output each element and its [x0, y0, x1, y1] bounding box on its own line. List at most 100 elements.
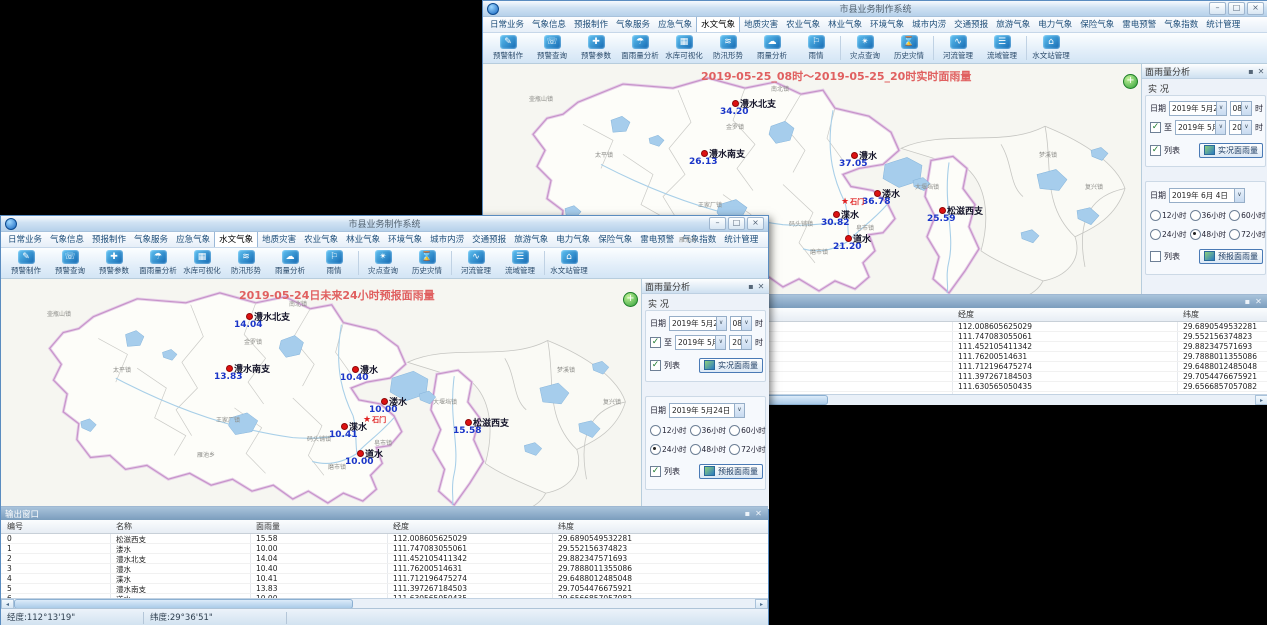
- tab-3[interactable]: 预报制作: [88, 232, 130, 247]
- toolbar-button-5[interactable]: ▦水库可视化: [662, 35, 706, 61]
- toolbar-button-4[interactable]: ☂面雨量分析: [136, 250, 180, 276]
- titlebar[interactable]: 市县业务制作系统 – □ ×: [1, 216, 768, 232]
- toolbar-button-11[interactable]: ∿河流管理: [936, 35, 980, 61]
- toolbar-button-10[interactable]: ⌛历史灾情: [887, 35, 931, 61]
- toolbar-button-6[interactable]: ≋防汛形势: [706, 35, 750, 61]
- tab-15[interactable]: 保险气象: [594, 232, 636, 247]
- duration-option[interactable]: 36小时: [690, 425, 727, 436]
- table-row[interactable]: 3澧水10.40111.7620051463129.7888011355086: [1, 564, 768, 574]
- toolbar-button-12[interactable]: ☰流域管理: [498, 250, 542, 276]
- tab-2[interactable]: 气象信息: [528, 17, 570, 32]
- tab-16[interactable]: 雷电预警: [1118, 17, 1160, 32]
- tab-15[interactable]: 保险气象: [1076, 17, 1118, 32]
- tab-8[interactable]: 农业气象: [300, 232, 342, 247]
- tab-12[interactable]: 交通预报: [950, 17, 992, 32]
- actual-rainfall-button[interactable]: 实况面雨量: [1199, 143, 1263, 158]
- close-icon[interactable]: ✕: [756, 282, 766, 291]
- toolbar-button-1[interactable]: ✎预警制作: [486, 35, 530, 61]
- tab-7[interactable]: 地质灾害: [258, 232, 300, 247]
- list-checkbox[interactable]: [1150, 145, 1161, 156]
- tab-7[interactable]: 地质灾害: [740, 17, 782, 32]
- pin-icon[interactable]: ▪: [746, 282, 756, 291]
- end-date-select[interactable]: 2019年 5月25日∨: [675, 335, 726, 350]
- table-row[interactable]: 4渫水10.41111.71219647527429.6488012485048: [1, 574, 768, 584]
- list-checkbox[interactable]: [650, 360, 661, 371]
- tab-3[interactable]: 预报制作: [570, 17, 612, 32]
- duration-option[interactable]: 60小时: [729, 425, 766, 436]
- duration-option[interactable]: 36小时: [1190, 210, 1227, 221]
- tab-9[interactable]: 林业气象: [824, 17, 866, 32]
- toolbar-button-7[interactable]: ☁雨量分析: [268, 250, 312, 276]
- tab-13[interactable]: 旅游气象: [992, 17, 1034, 32]
- maximize-button[interactable]: □: [728, 217, 745, 230]
- titlebar[interactable]: 市县业务制作系统 – □ ×: [483, 1, 1267, 17]
- start-hour-select[interactable]: 08∨: [1230, 101, 1252, 116]
- toolbar-button-9[interactable]: ✴灾点查询: [361, 250, 405, 276]
- start-date-select[interactable]: 2019年 5月25日∨: [669, 316, 727, 331]
- tab-5[interactable]: 应急气象: [172, 232, 214, 247]
- forecast-date-select[interactable]: 2019年 6月 4日∨: [1169, 188, 1245, 203]
- minimize-button[interactable]: –: [1209, 2, 1226, 15]
- to-checkbox[interactable]: [650, 337, 661, 348]
- table-row[interactable]: 0松滋西支15.58112.00860562502929.68905495322…: [1, 534, 768, 544]
- tab-1[interactable]: 日常业务: [486, 17, 528, 32]
- forecast-date-select[interactable]: 2019年 5月24日∨: [669, 403, 745, 418]
- tab-4[interactable]: 气象服务: [130, 232, 172, 247]
- tab-6[interactable]: 水文气象: [696, 17, 740, 32]
- duration-option[interactable]: 72小时: [1229, 229, 1266, 240]
- to-checkbox[interactable]: [1150, 122, 1161, 133]
- tab-4[interactable]: 气象服务: [612, 17, 654, 32]
- duration-option[interactable]: 48小时: [1190, 229, 1227, 240]
- forecast-rainfall-button[interactable]: 预报面雨量: [699, 464, 763, 479]
- start-date-select[interactable]: 2019年 5月25日∨: [1169, 101, 1227, 116]
- duration-option[interactable]: 24小时: [1150, 229, 1187, 240]
- maximize-button[interactable]: □: [1228, 2, 1245, 15]
- tab-10[interactable]: 环境气象: [384, 232, 426, 247]
- tab-6[interactable]: 水文气象: [214, 232, 258, 247]
- toolbar-button-11[interactable]: ∿河流管理: [454, 250, 498, 276]
- map-layer-button[interactable]: +: [623, 292, 638, 307]
- close-button[interactable]: ×: [1247, 2, 1264, 15]
- tab-1[interactable]: 日常业务: [4, 232, 46, 247]
- forecast-rainfall-button[interactable]: 预报面雨量: [1199, 249, 1263, 264]
- end-date-select[interactable]: 2019年 5月25日∨: [1175, 120, 1226, 135]
- list-checkbox[interactable]: [650, 466, 661, 477]
- toolbar-button-9[interactable]: ✴灾点查询: [843, 35, 887, 61]
- actual-rainfall-button[interactable]: 实况面雨量: [699, 358, 763, 373]
- tab-5[interactable]: 应急气象: [654, 17, 696, 32]
- close-icon[interactable]: ✕: [1253, 297, 1264, 306]
- duration-option[interactable]: 60小时: [1229, 210, 1266, 221]
- tab-11[interactable]: 城市内涝: [426, 232, 468, 247]
- end-hour-select[interactable]: 20∨: [1229, 120, 1252, 135]
- tab-18[interactable]: 统计管理: [720, 232, 762, 247]
- tab-11[interactable]: 城市内涝: [908, 17, 950, 32]
- toolbar-button-4[interactable]: ☂面雨量分析: [618, 35, 662, 61]
- map-layer-button[interactable]: +: [1123, 74, 1138, 89]
- tab-13[interactable]: 旅游气象: [510, 232, 552, 247]
- tab-9[interactable]: 林业气象: [342, 232, 384, 247]
- toolbar-button-8[interactable]: ⚐雨情: [312, 250, 356, 276]
- duration-option[interactable]: 24小时: [650, 444, 687, 455]
- toolbar-button-2[interactable]: ☏预警查询: [530, 35, 574, 61]
- toolbar-button-8[interactable]: ⚐雨情: [794, 35, 838, 61]
- tab-17[interactable]: 气象指数: [1160, 17, 1202, 32]
- tab-14[interactable]: 电力气象: [1034, 17, 1076, 32]
- toolbar-button-13[interactable]: ⌂水文站管理: [1029, 35, 1073, 61]
- map-canvas[interactable]: 壶瓶山镇南北镇太平镇金罗镇王家厂镇大堰垱镇梦溪镇复兴镇码头铺镇磨市镇皂市镇雁池乡…: [1, 279, 641, 509]
- start-hour-select[interactable]: 08∨: [730, 316, 752, 331]
- close-icon[interactable]: ✕: [1256, 67, 1266, 76]
- tab-14[interactable]: 电力气象: [552, 232, 594, 247]
- duration-option[interactable]: 72小时: [729, 444, 766, 455]
- toolbar-button-13[interactable]: ⌂水文站管理: [547, 250, 591, 276]
- pin-icon[interactable]: ▪: [1246, 67, 1256, 76]
- tab-16[interactable]: 雷电预警: [636, 232, 678, 247]
- tab-12[interactable]: 交通预报: [468, 232, 510, 247]
- toolbar-button-6[interactable]: ≋防汛形势: [224, 250, 268, 276]
- pin-icon[interactable]: ▪: [1242, 297, 1253, 306]
- tab-10[interactable]: 环境气象: [866, 17, 908, 32]
- table-row[interactable]: 5澧水南支13.83111.39726718450329.70544766759…: [1, 584, 768, 594]
- table-row[interactable]: 1溇水10.00111.74708305506129.552156374823: [1, 544, 768, 554]
- tab-2[interactable]: 气象信息: [46, 232, 88, 247]
- scroll-right-button[interactable]: ▸: [1255, 395, 1267, 405]
- minimize-button[interactable]: –: [709, 217, 726, 230]
